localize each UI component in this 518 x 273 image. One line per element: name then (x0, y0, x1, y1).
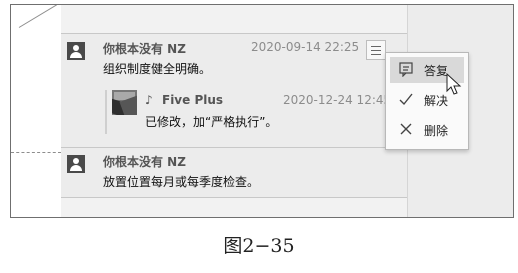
comment-author: 你根本没有 NZ (103, 155, 186, 169)
document-window: 你根本没有 NZ 2020-09-14 22:25 组织制度健全明确。 ♪ Fi… (10, 4, 514, 218)
document-page (11, 5, 61, 217)
menu-item-delete[interactable]: 删除 (390, 117, 464, 143)
comment-time: 2020-09-14 22:25 (251, 40, 360, 54)
figure-caption: 图2−35 (223, 235, 295, 257)
check-icon (399, 93, 413, 106)
menu-label: 删除 (424, 124, 449, 138)
comment-connector-line (18, 5, 57, 28)
comment-menu-icon[interactable] (366, 40, 386, 60)
close-icon (400, 123, 412, 135)
comment-thread-1[interactable]: 你根本没有 NZ 2020-09-14 22:25 组织制度健全明确。 ♪ Fi… (61, 33, 407, 149)
comment-author: 你根本没有 NZ (103, 42, 186, 56)
user-avatar-icon (67, 42, 85, 60)
comment-text: 组织制度健全明确。 (103, 62, 212, 76)
comments-pane: 你根本没有 NZ 2020-09-14 22:25 组织制度健全明确。 ♪ Fi… (61, 5, 408, 217)
reply-icon (399, 62, 413, 77)
comment-text: 放置位置每月或每季度检查。 (103, 175, 260, 189)
user-avatar-icon (67, 155, 85, 173)
comment-thread-2[interactable]: 你根本没有 NZ 放置位置每月或每季度检查。 (61, 147, 407, 198)
comment-context-menu: 答复 解决 删除 (385, 52, 469, 150)
reply-avatar (112, 90, 137, 115)
reply-author: Five Plus (162, 93, 224, 107)
reply-text: 已修改，加“严格执行”。 (145, 115, 278, 129)
reply-time: 2020-12-24 12:45 (283, 93, 392, 107)
app-mark-icon: ♪ (145, 93, 153, 107)
cursor-icon (446, 73, 462, 95)
reply-block: ♪ Five Plus 2020-12-24 12:45 已修改，加“严格执行”… (105, 90, 400, 134)
comment-connector-dashed-line (11, 152, 61, 153)
